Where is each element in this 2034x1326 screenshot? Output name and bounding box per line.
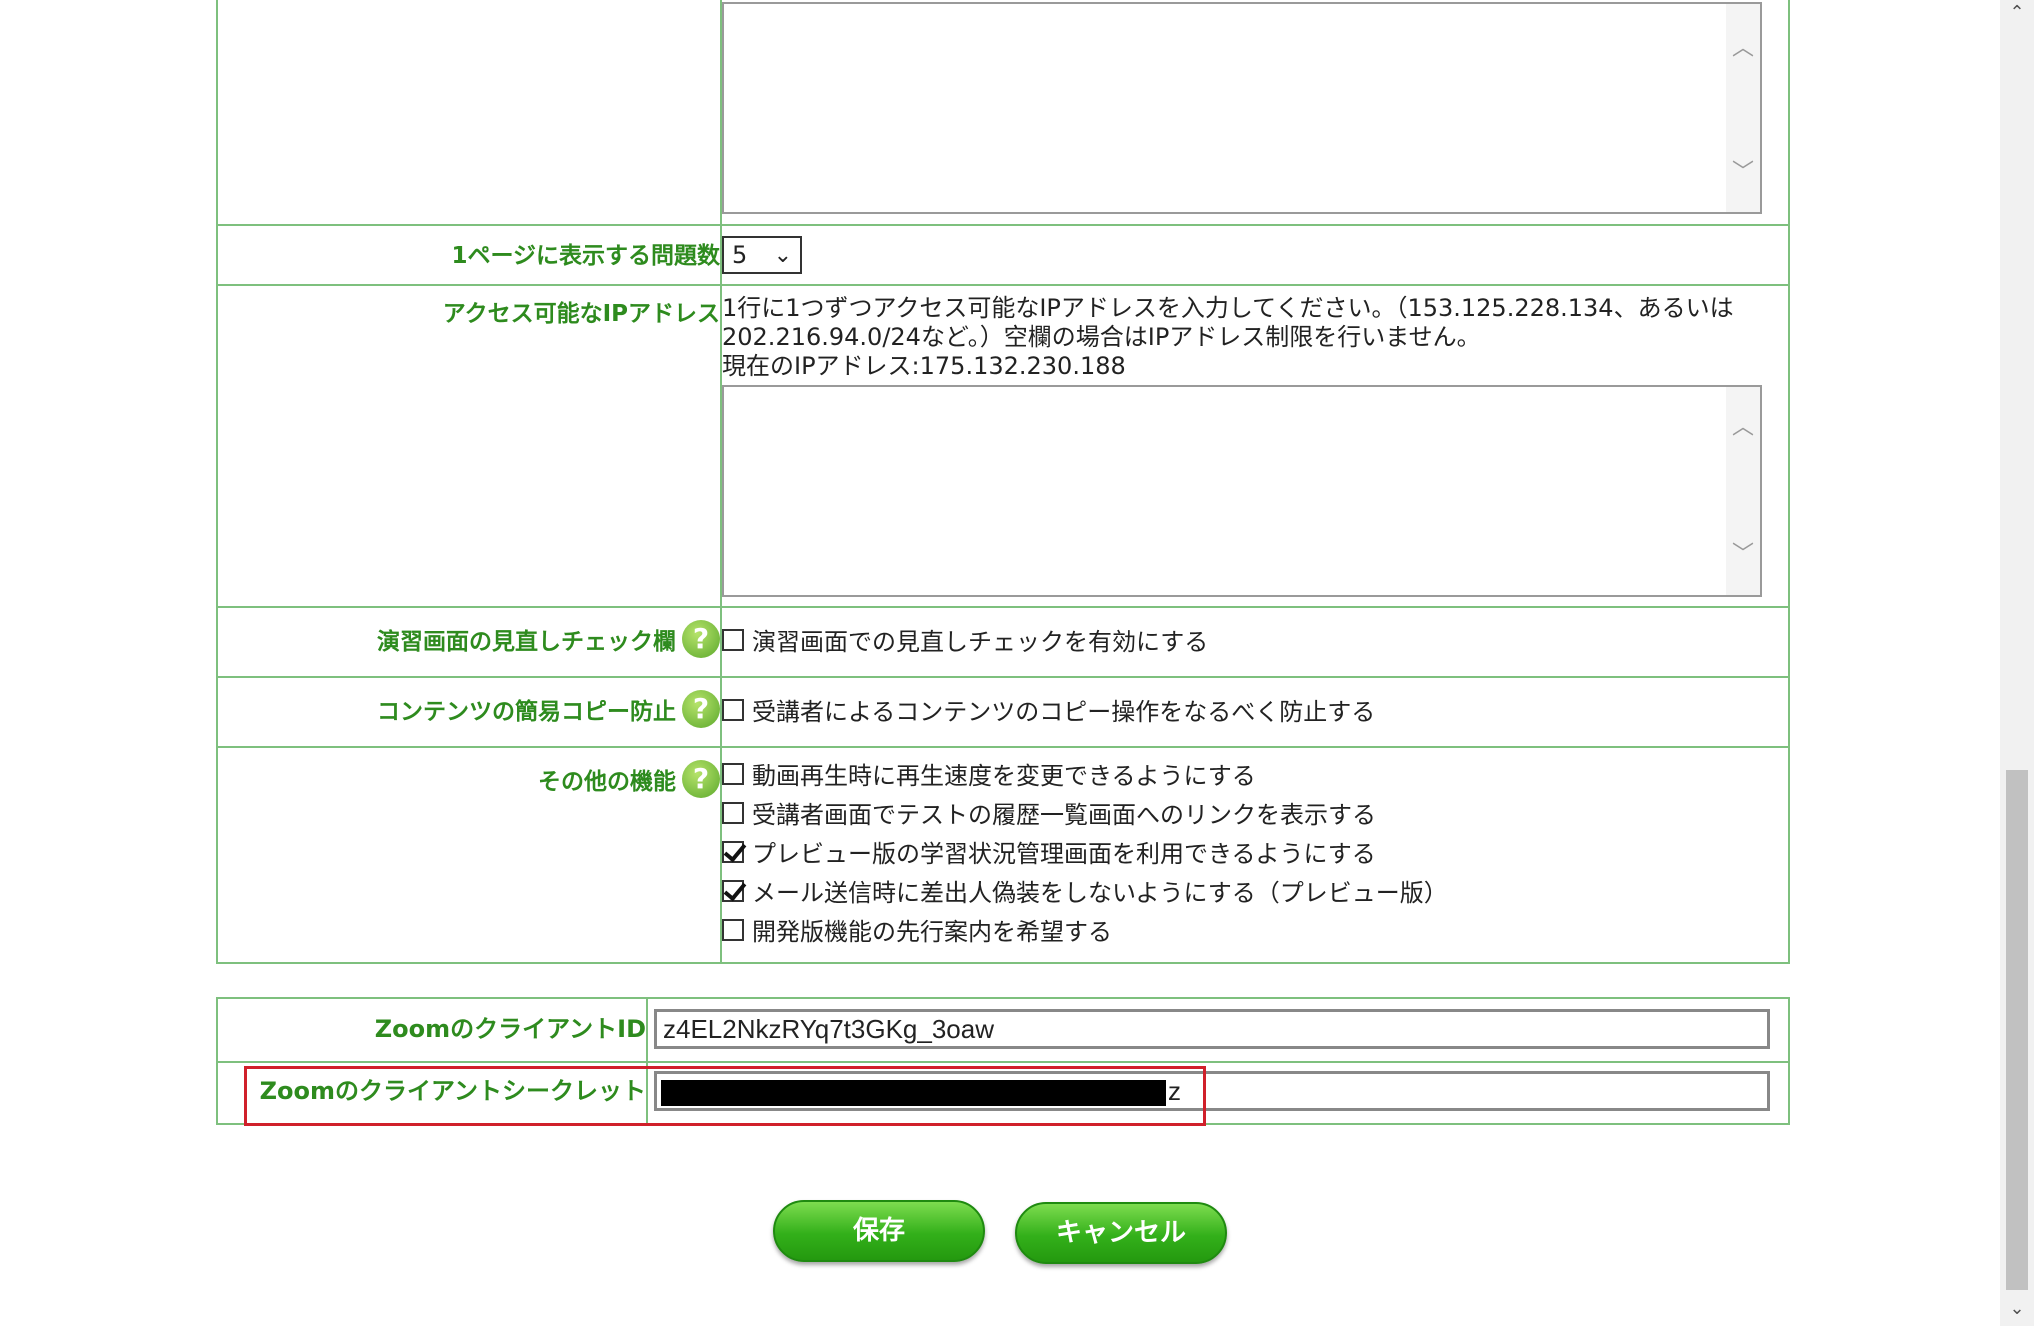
arrow-down-icon[interactable]: ⌄: [2000, 1296, 2034, 1322]
review-check-label: 演習画面の見直しチェック欄: [377, 629, 676, 655]
chevron-down-icon[interactable]: ﹀: [1726, 540, 1760, 569]
help-icon[interactable]: ?: [682, 690, 720, 728]
copy-protect-checkbox[interactable]: [722, 698, 744, 721]
other-option-2-checkbox[interactable]: [722, 840, 744, 863]
help-icon[interactable]: ?: [682, 760, 720, 798]
page-scrollbar[interactable]: ⌃ ⌄: [2000, 0, 2034, 1326]
other-option-1-label: 受講者画面でテストの履歴一覧画面へのリンクを表示する: [752, 801, 1376, 829]
ip-textarea[interactable]: ︿ ﹀: [722, 385, 1762, 597]
per-page-label: 1ページに表示する問題数: [451, 243, 720, 269]
other-option-1[interactable]: 受講者画面でテストの履歴一覧画面へのリンクを表示する: [722, 793, 1788, 832]
other-option-0[interactable]: 動画再生時に再生速度を変更できるようにする: [722, 754, 1788, 793]
zoom-client-id-input[interactable]: z4EL2NkzRYq7t3GKg_3oaw: [654, 1009, 1770, 1049]
chevron-up-icon[interactable]: ︿: [1726, 30, 1760, 62]
other-option-4-checkbox[interactable]: [722, 918, 744, 941]
review-check-option[interactable]: 演習画面での見直しチェックを有効にする: [722, 620, 1788, 659]
ip-description-line2: 202.216.94.0/24など。）空欄の場合はIPアドレス制限を行いません。: [722, 323, 1481, 351]
copy-protect-label: コンテンツの簡易コピー防止: [377, 699, 676, 725]
other-option-3-label: メール送信時に差出人偽装をしないようにする（プレビュー版）: [752, 879, 1448, 907]
ip-description-line1: 1行に1つずつアクセス可能なIPアドレスを入力してください。（153.125.2…: [722, 294, 1734, 322]
chevron-down-icon[interactable]: ﹀: [1726, 154, 1760, 186]
other-features-label: その他の機能: [538, 769, 676, 795]
textarea-scrollbar[interactable]: ︿ ﹀: [1726, 387, 1760, 595]
copy-protect-option[interactable]: 受講者によるコンテンツのコピー操作をなるべく防止する: [722, 690, 1788, 729]
previous-textarea[interactable]: ︿ ﹀: [722, 2, 1762, 214]
per-page-value: 5: [732, 241, 748, 269]
other-option-4[interactable]: 開発版機能の先行案内を希望する: [722, 910, 1788, 949]
review-check-checkbox[interactable]: [722, 628, 744, 651]
save-button[interactable]: 保存: [773, 1200, 985, 1262]
other-option-3-checkbox[interactable]: [722, 879, 744, 902]
chevron-down-icon: ⌄: [773, 242, 792, 268]
other-option-0-checkbox[interactable]: [722, 762, 744, 785]
copy-protect-option-label: 受講者によるコンテンツのコピー操作をなるべく防止する: [752, 698, 1376, 726]
zoom-client-id-label: ZoomのクライアントID: [374, 1015, 646, 1043]
cancel-button[interactable]: キャンセル: [1015, 1202, 1227, 1264]
other-option-3[interactable]: メール送信時に差出人偽装をしないようにする（プレビュー版）: [722, 871, 1788, 910]
arrow-up-icon[interactable]: ⌃: [2000, 0, 2034, 26]
other-option-2[interactable]: プレビュー版の学習状況管理画面を利用できるようにする: [722, 832, 1788, 871]
ip-label: アクセス可能なIPアドレス: [442, 301, 720, 327]
other-option-1-checkbox[interactable]: [722, 801, 744, 824]
settings-table: ︿ ﹀ 1ページに表示する問題数 5 ⌄ アクセス可能なIPアドレス 1行に1つ…: [216, 0, 1790, 964]
textarea-scrollbar[interactable]: ︿ ﹀: [1726, 4, 1760, 212]
other-option-2-label: プレビュー版の学習状況管理画面を利用できるようにする: [752, 840, 1376, 868]
chevron-up-icon[interactable]: ︿: [1726, 413, 1760, 442]
other-option-4-label: 開発版機能の先行案内を希望する: [752, 918, 1112, 946]
review-check-option-label: 演習画面での見直しチェックを有効にする: [752, 628, 1209, 656]
current-ip: 現在のIPアドレス:175.132.230.188: [722, 352, 1126, 380]
per-page-select[interactable]: 5 ⌄: [722, 236, 802, 274]
scrollbar-thumb[interactable]: [2006, 770, 2028, 1290]
help-icon[interactable]: ?: [682, 620, 720, 658]
other-option-0-label: 動画再生時に再生速度を変更できるようにする: [752, 762, 1256, 790]
highlight-box: [244, 1066, 1206, 1126]
